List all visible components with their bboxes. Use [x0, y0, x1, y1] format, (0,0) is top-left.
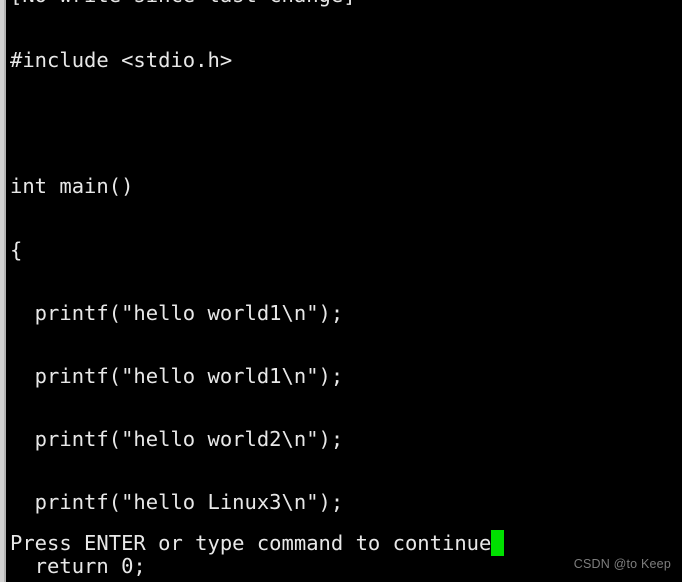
terminal-screen[interactable]: [No write since last change] #include <s…	[6, 0, 682, 582]
code-line: #include <stdio.h>	[10, 48, 233, 72]
editor-buffer[interactable]: #include <stdio.h> int main() { printf("…	[10, 10, 343, 582]
watermark-label: CSDN @to Keep	[573, 557, 671, 571]
status-prompt-text: Press ENTER or type command to continue	[10, 531, 492, 555]
text-cursor	[491, 530, 505, 556]
code-line: printf("hello Linux3\n");	[10, 490, 344, 515]
status-prompt-line[interactable]: Press ENTER or type command to continue	[10, 529, 505, 557]
code-line: printf("hello world2\n");	[10, 427, 344, 452]
code-line: printf("hello world1\n");	[10, 363, 344, 388]
vim-message-line: [No write since last change]	[10, 0, 356, 8]
code-line: return 0;	[10, 553, 146, 578]
terminal-window: [No write since last change] #include <s…	[0, 0, 682, 582]
code-line: printf("hello world1\n");	[10, 300, 344, 325]
code-line: {	[10, 237, 23, 262]
code-line: int main()	[10, 174, 134, 199]
